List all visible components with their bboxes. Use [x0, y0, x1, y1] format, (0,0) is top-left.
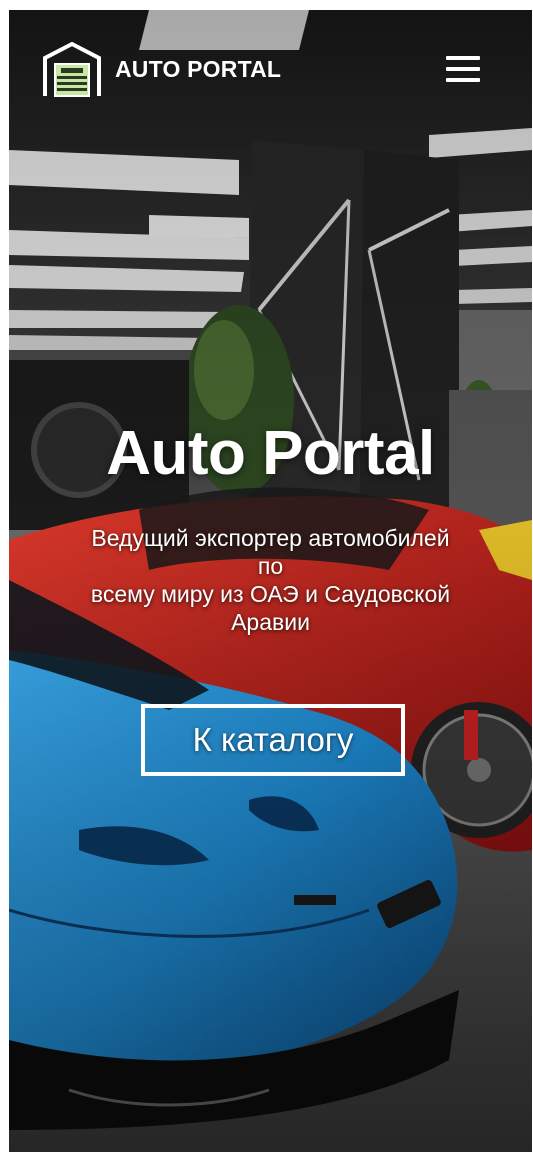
hero-subtitle-line: Ведущий экспортер автомобилей [91, 525, 450, 551]
site-header: AUTO PORTAL [9, 10, 532, 130]
brand-name: AUTO PORTAL [115, 55, 282, 82]
brand-logo[interactable]: AUTO PORTAL [41, 40, 281, 98]
garage-icon [43, 41, 101, 97]
catalog-button[interactable]: К каталогу [141, 704, 405, 776]
hero-subtitle-line: Аравии [231, 609, 310, 635]
hero-subtitle: Ведущий экспортер автомобилей по всему м… [49, 524, 492, 636]
hero-title: Auto Portal [106, 419, 435, 488]
hero-subtitle-line: по [257, 553, 284, 579]
hero-subtitle-line: всему миру из ОАЭ и Саудовской [90, 581, 451, 607]
hero-section: AUTO PORTAL Auto Portal Ведущий экспорте… [9, 10, 532, 1152]
hamburger-menu-icon[interactable] [446, 56, 482, 86]
